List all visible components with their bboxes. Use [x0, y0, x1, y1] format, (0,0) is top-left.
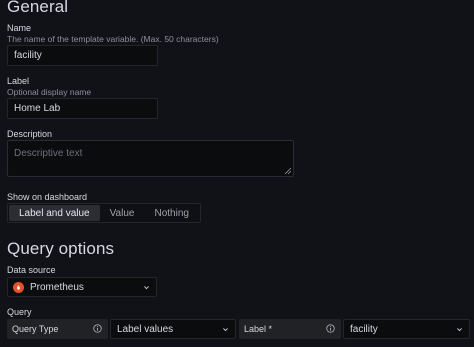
query-label: Query [7, 307, 32, 317]
label-label: Label [7, 76, 30, 86]
query-type-value: Label values [117, 323, 174, 335]
option-nothing[interactable]: Nothing [144, 205, 198, 221]
query-type-select[interactable]: Label values [110, 319, 236, 339]
resize-grip-icon[interactable] [285, 168, 291, 174]
query-type-label: Query Type [7, 319, 108, 339]
query-type-label-text: Query Type [12, 324, 59, 334]
general-heading: General [7, 0, 69, 16]
label-input[interactable]: Home Lab [7, 98, 158, 119]
prometheus-logo-icon [13, 281, 24, 293]
info-icon[interactable] [93, 324, 102, 333]
option-value[interactable]: Value [100, 205, 145, 221]
data-source-select[interactable]: Prometheus [7, 277, 157, 297]
name-description: The name of the template variable. (Max.… [7, 34, 219, 44]
description-label: Description [7, 129, 53, 139]
show-on-dashboard-segmented: Label and value Value Nothing [7, 203, 201, 223]
label-field-label: Label * [239, 319, 341, 339]
option-label-and-value[interactable]: Label and value [9, 205, 100, 221]
label-select[interactable]: facility [343, 319, 470, 339]
chevron-down-icon [223, 328, 228, 332]
label-field-label-text: Label * [244, 324, 273, 334]
info-icon[interactable] [326, 324, 335, 333]
label-select-value: facility [350, 323, 378, 335]
show-on-dashboard-label: Show on dashboard [7, 192, 88, 202]
query-options-heading: Query options [7, 239, 115, 258]
chevron-down-icon [144, 286, 149, 290]
name-input[interactable]: facility [7, 45, 158, 66]
description-textarea[interactable]: Descriptive text [7, 140, 294, 177]
data-source-value: Prometheus [30, 281, 84, 293]
label-description: Optional display name [7, 87, 92, 97]
variable-editor: General Name The name of the template va… [0, 0, 474, 347]
data-source-label: Data source [7, 265, 56, 275]
description-placeholder: Descriptive text [14, 148, 83, 159]
chevron-down-icon [457, 328, 462, 332]
name-label: Name [7, 23, 32, 33]
